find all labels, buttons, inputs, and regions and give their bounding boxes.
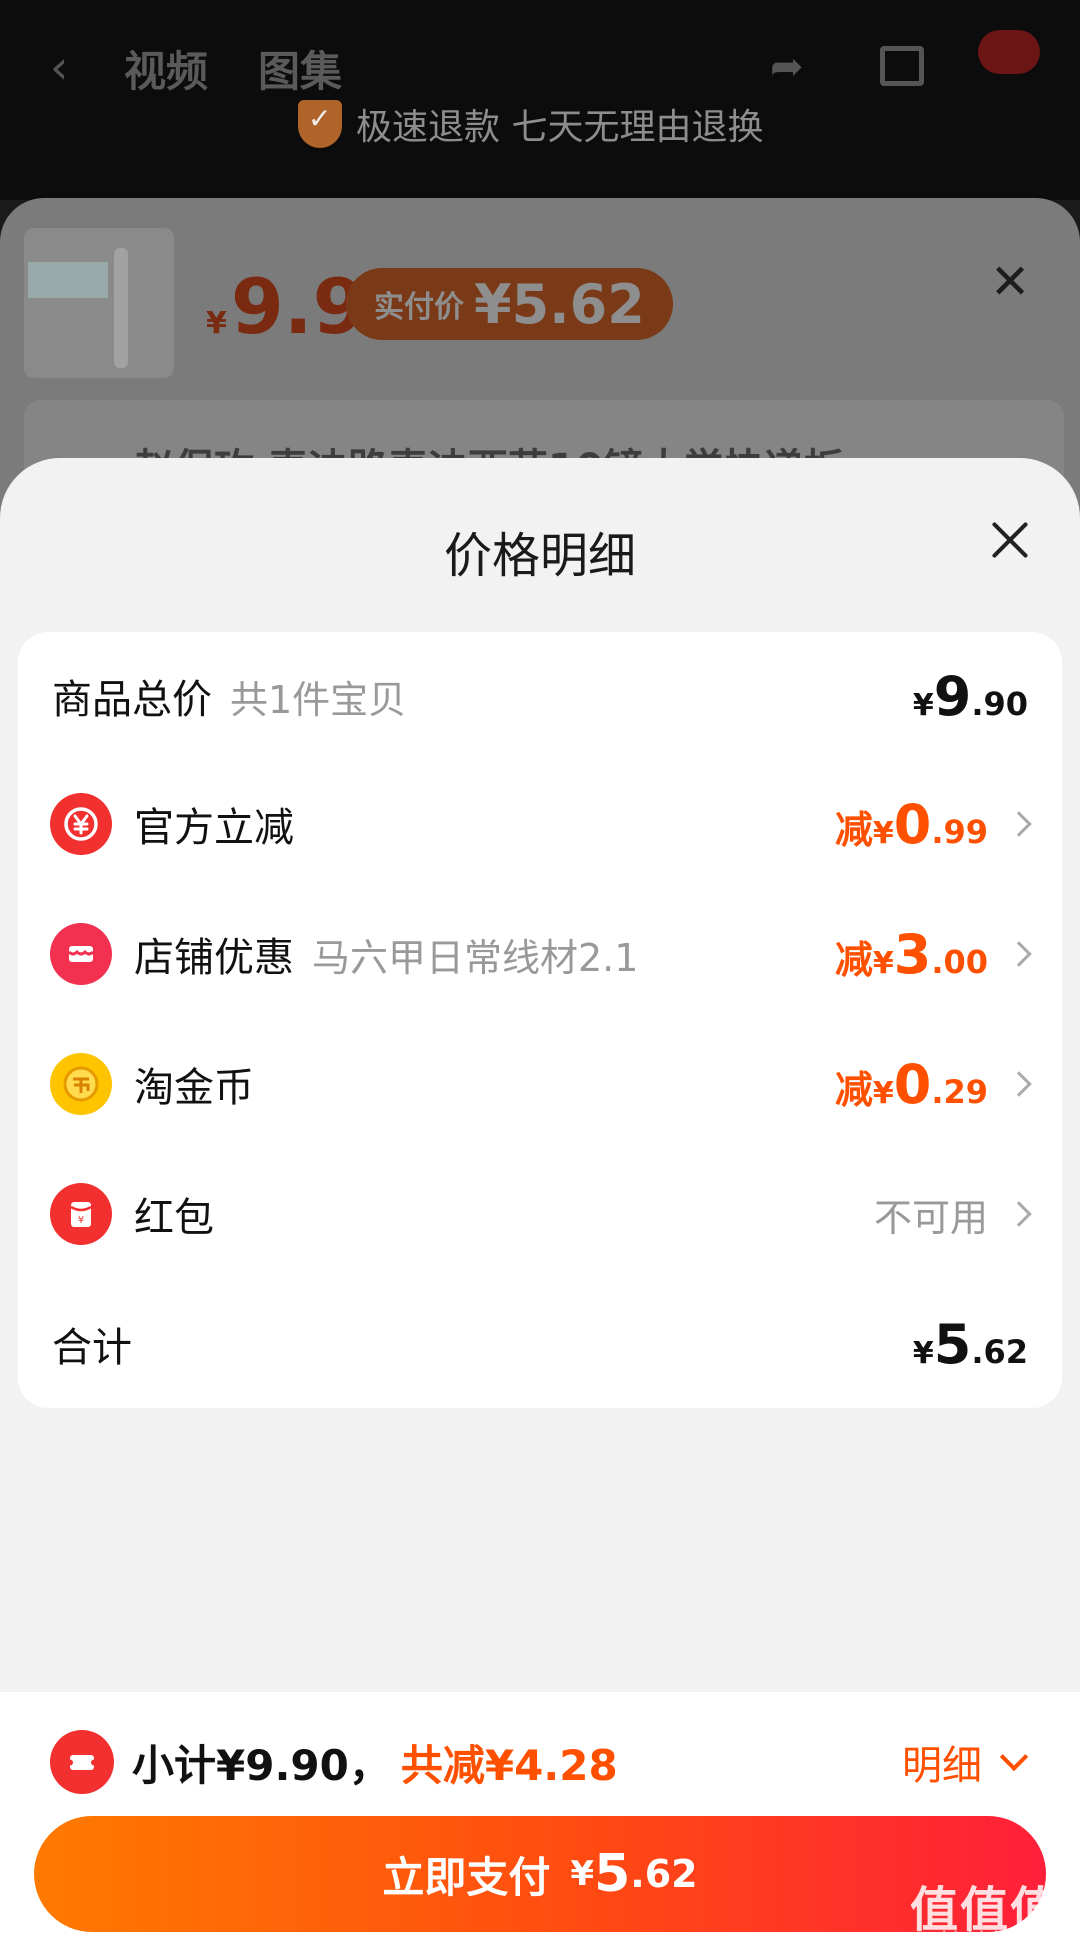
paid-price-badge: 实付价 ¥5.62 xyxy=(346,268,673,340)
refund-text: 极速退款 七天无理由退换 xyxy=(356,107,764,148)
pay-now-button[interactable]: 立即支付 ¥ 5 .62 xyxy=(34,1816,1046,1932)
row-sum: 合计 ¥ 5 .62 xyxy=(18,1304,1062,1384)
subtotal-text: 小计¥9.90， xyxy=(132,1740,391,1790)
official-discount-amount: 减 ¥ 0 .99 xyxy=(835,793,1032,856)
detail-label: 明细 xyxy=(902,1743,982,1789)
background-price: ¥ 9.9 xyxy=(206,262,366,351)
svg-text:¥: ¥ xyxy=(78,1215,84,1226)
row-official-discount[interactable]: 官方立减 减 ¥ 0 .99 xyxy=(18,784,1062,864)
background-tabs: 视频 图集 xyxy=(60,38,342,99)
shop-discount-amount: 减 ¥ 3 .00 xyxy=(835,923,1032,986)
red-packet-icon: ¥ xyxy=(50,1183,112,1245)
shield-icon xyxy=(298,100,342,148)
shop-icon xyxy=(50,923,112,985)
chevron-right-icon xyxy=(1006,1071,1032,1097)
cart-icon xyxy=(880,46,924,86)
tab-gallery: 图集 xyxy=(258,47,343,96)
sum-amount: ¥ 5 .62 xyxy=(912,1312,1028,1376)
close-icon[interactable] xyxy=(990,520,1030,560)
gold-coin-label: 淘金币 xyxy=(134,1065,254,1111)
row-red-packet[interactable]: ¥ 红包 不可用 xyxy=(18,1174,1062,1254)
chevron-right-icon xyxy=(1006,941,1032,967)
total-discount-text: 共减¥4.28 xyxy=(400,1740,618,1790)
detail-toggle[interactable]: 明细 xyxy=(902,1733,1029,1791)
ticket-icon xyxy=(50,1730,114,1794)
red-packet-status: 不可用 xyxy=(874,1187,1032,1242)
chevron-right-icon xyxy=(1006,811,1032,837)
row-total-price: 商品总价 共1件宝贝 ¥ 9 .90 xyxy=(18,656,1062,736)
red-packet-label: 红包 xyxy=(134,1195,214,1241)
sheet-title: 价格明细 xyxy=(443,528,636,584)
background-close-icon: ✕ xyxy=(990,254,1031,310)
product-thumbnail xyxy=(24,228,174,378)
chevron-right-icon xyxy=(1006,1201,1032,1227)
price-breakdown-card: 商品总价 共1件宝贝 ¥ 9 .90 官方立减 减 ¥ 0 .99 店铺优惠 马… xyxy=(18,632,1062,1408)
cart-badge xyxy=(978,30,1040,74)
item-count: 共1件宝贝 xyxy=(230,677,407,722)
gold-coin-icon xyxy=(50,1053,112,1115)
total-price-amount: ¥ 9 .90 xyxy=(912,664,1028,728)
share-icon: ➦ xyxy=(770,44,804,90)
total-price-label: 商品总价 xyxy=(52,677,212,723)
sum-label: 合计 xyxy=(52,1325,132,1371)
tab-video: 视频 xyxy=(124,47,209,96)
subtotal-row: 小计¥9.90， 共减¥4.28 明细 xyxy=(0,1720,1080,1804)
yen-coupon-icon xyxy=(50,793,112,855)
chevron-down-icon xyxy=(999,1742,1029,1772)
shop-discount-name: 马六甲日常线材2.1 xyxy=(312,935,639,980)
watermark-url: zhizhizhi.com xyxy=(932,1928,1054,1949)
row-gold-coin[interactable]: 淘金币 减 ¥ 0 .29 xyxy=(18,1044,1062,1124)
gold-coin-amount: 减 ¥ 0 .29 xyxy=(835,1053,1032,1116)
official-discount-label: 官方立减 xyxy=(134,805,294,851)
row-shop-discount[interactable]: 店铺优惠 马六甲日常线材2.1 减 ¥ 3 .00 xyxy=(18,914,1062,994)
refund-banner: 极速退款 七天无理由退换 xyxy=(298,98,763,150)
shop-discount-label: 店铺优惠 xyxy=(134,935,294,981)
